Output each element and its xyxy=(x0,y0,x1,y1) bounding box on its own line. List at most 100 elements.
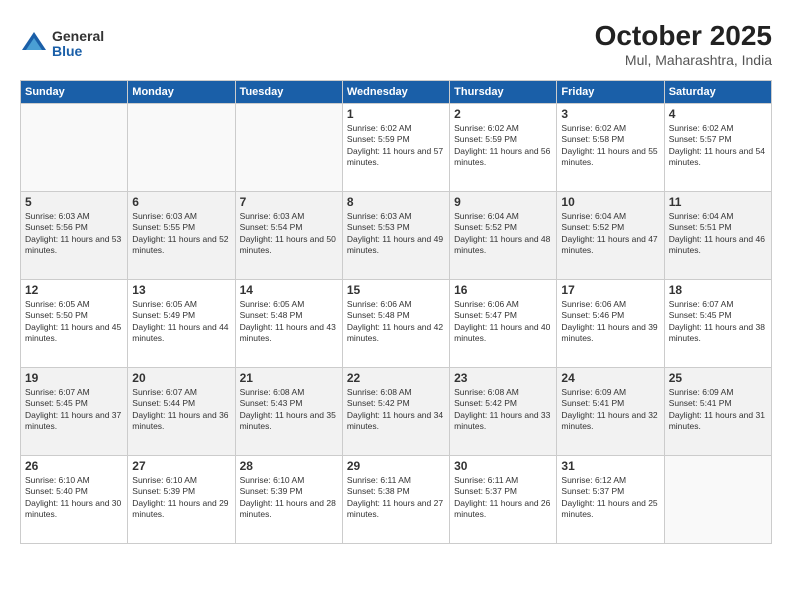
calendar-week-row: 5 Sunrise: 6:03 AMSunset: 5:56 PMDaylight… xyxy=(21,192,772,280)
month-title: October 2025 xyxy=(595,20,772,52)
table-row: 10Sunrise: 6:04 AMSunset: 5:52 PMDayligh… xyxy=(557,192,664,280)
table-row: 5 Sunrise: 6:03 AMSunset: 5:56 PMDaylight… xyxy=(21,192,128,280)
day-info: Sunrise: 6:05 AMSunset: 5:50 PMDaylight:… xyxy=(25,299,123,345)
day-info: Sunrise: 6:10 AMSunset: 5:39 PMDaylight:… xyxy=(240,475,338,521)
day-info: Sunrise: 6:07 AMSunset: 5:45 PMDaylight:… xyxy=(25,387,123,433)
day-number: 19 xyxy=(25,371,123,385)
table-row: 30 Sunrise: 6:11 AMSunset: 5:37 PMDayligh… xyxy=(450,456,557,544)
title-block: October 2025 Mul, Maharashtra, India xyxy=(595,20,772,68)
day-info: Sunrise: 6:07 AMSunset: 5:45 PMDaylight:… xyxy=(669,299,767,345)
day-info: Sunrise: 6:09 AMSunset: 5:41 PMDaylight:… xyxy=(669,387,767,433)
day-info: Sunrise: 6:05 AMSunset: 5:49 PMDaylight:… xyxy=(132,299,230,345)
col-sunday: Sunday xyxy=(21,81,128,104)
table-row: 12 Sunrise: 6:05 AMSunset: 5:50 PMDayligh… xyxy=(21,280,128,368)
table-row xyxy=(235,104,342,192)
day-info: Sunrise: 6:08 AMSunset: 5:43 PMDaylight:… xyxy=(240,387,338,433)
day-number: 10 xyxy=(561,195,659,209)
table-row: 28 Sunrise: 6:10 AMSunset: 5:39 PMDayligh… xyxy=(235,456,342,544)
table-row: 31 Sunrise: 6:12 AMSunset: 5:37 PMDayligh… xyxy=(557,456,664,544)
day-number: 4 xyxy=(669,107,767,121)
table-row: 22Sunrise: 6:08 AMSunset: 5:42 PMDayligh… xyxy=(342,368,449,456)
day-info: Sunrise: 6:03 AMSunset: 5:54 PMDaylight:… xyxy=(240,211,338,257)
table-row: 17 Sunrise: 6:06 AMSunset: 5:46 PMDayligh… xyxy=(557,280,664,368)
day-info: Sunrise: 6:04 AMSunset: 5:51 PMDaylight:… xyxy=(669,211,767,257)
table-row: 2 Sunrise: 6:02 AMSunset: 5:59 PMDaylight… xyxy=(450,104,557,192)
day-info: Sunrise: 6:11 AMSunset: 5:38 PMDaylight:… xyxy=(347,475,445,521)
day-number: 6 xyxy=(132,195,230,209)
calendar-week-row: 12 Sunrise: 6:05 AMSunset: 5:50 PMDayligh… xyxy=(21,280,772,368)
col-monday: Monday xyxy=(128,81,235,104)
day-info: Sunrise: 6:12 AMSunset: 5:37 PMDaylight:… xyxy=(561,475,659,521)
table-row: 19 Sunrise: 6:07 AMSunset: 5:45 PMDayligh… xyxy=(21,368,128,456)
col-friday: Friday xyxy=(557,81,664,104)
day-number: 28 xyxy=(240,459,338,473)
day-info: Sunrise: 6:02 AMSunset: 5:58 PMDaylight:… xyxy=(561,123,659,169)
table-row: 18 Sunrise: 6:07 AMSunset: 5:45 PMDayligh… xyxy=(664,280,771,368)
table-row: 21 Sunrise: 6:08 AMSunset: 5:43 PMDayligh… xyxy=(235,368,342,456)
day-info: Sunrise: 6:03 AMSunset: 5:55 PMDaylight:… xyxy=(132,211,230,257)
day-info: Sunrise: 6:07 AMSunset: 5:44 PMDaylight:… xyxy=(132,387,230,433)
day-info: Sunrise: 6:10 AMSunset: 5:39 PMDaylight:… xyxy=(132,475,230,521)
calendar-week-row: 26 Sunrise: 6:10 AMSunset: 5:40 PMDayligh… xyxy=(21,456,772,544)
day-info: Sunrise: 6:04 AMSunset: 5:52 PMDaylight:… xyxy=(454,211,552,257)
day-info: Sunrise: 6:10 AMSunset: 5:40 PMDaylight:… xyxy=(25,475,123,521)
table-row: 7 Sunrise: 6:03 AMSunset: 5:54 PMDaylight… xyxy=(235,192,342,280)
day-info: Sunrise: 6:06 AMSunset: 5:47 PMDaylight:… xyxy=(454,299,552,345)
day-number: 14 xyxy=(240,283,338,297)
calendar-header-row: Sunday Monday Tuesday Wednesday Thursday… xyxy=(21,81,772,104)
header: General Blue October 2025 Mul, Maharasht… xyxy=(20,20,772,68)
table-row: 20 Sunrise: 6:07 AMSunset: 5:44 PMDayligh… xyxy=(128,368,235,456)
day-number: 1 xyxy=(347,107,445,121)
day-info: Sunrise: 6:08 AMSunset: 5:42 PMDaylight:… xyxy=(454,387,552,433)
table-row: 13 Sunrise: 6:05 AMSunset: 5:49 PMDayligh… xyxy=(128,280,235,368)
logo-general-text: General xyxy=(52,29,104,44)
day-number: 3 xyxy=(561,107,659,121)
day-info: Sunrise: 6:03 AMSunset: 5:53 PMDaylight:… xyxy=(347,211,445,257)
day-number: 9 xyxy=(454,195,552,209)
day-number: 15 xyxy=(347,283,445,297)
col-wednesday: Wednesday xyxy=(342,81,449,104)
day-number: 13 xyxy=(132,283,230,297)
logo: General Blue xyxy=(20,29,104,60)
day-info: Sunrise: 6:02 AMSunset: 5:59 PMDaylight:… xyxy=(454,123,552,169)
table-row xyxy=(128,104,235,192)
day-number: 5 xyxy=(25,195,123,209)
day-info: Sunrise: 6:06 AMSunset: 5:46 PMDaylight:… xyxy=(561,299,659,345)
day-number: 21 xyxy=(240,371,338,385)
day-number: 27 xyxy=(132,459,230,473)
calendar-week-row: 1 Sunrise: 6:02 AMSunset: 5:59 PMDaylight… xyxy=(21,104,772,192)
day-info: Sunrise: 6:05 AMSunset: 5:48 PMDaylight:… xyxy=(240,299,338,345)
day-number: 26 xyxy=(25,459,123,473)
table-row: 24Sunrise: 6:09 AMSunset: 5:41 PMDayligh… xyxy=(557,368,664,456)
table-row: 25 Sunrise: 6:09 AMSunset: 5:41 PMDayligh… xyxy=(664,368,771,456)
day-info: Sunrise: 6:03 AMSunset: 5:56 PMDaylight:… xyxy=(25,211,123,257)
day-info: Sunrise: 6:11 AMSunset: 5:37 PMDaylight:… xyxy=(454,475,552,521)
table-row: 14 Sunrise: 6:05 AMSunset: 5:48 PMDayligh… xyxy=(235,280,342,368)
table-row: 29Sunrise: 6:11 AMSunset: 5:38 PMDayligh… xyxy=(342,456,449,544)
table-row: 6 Sunrise: 6:03 AMSunset: 5:55 PMDaylight… xyxy=(128,192,235,280)
day-number: 24 xyxy=(561,371,659,385)
table-row: 27 Sunrise: 6:10 AMSunset: 5:39 PMDayligh… xyxy=(128,456,235,544)
logo-text: General Blue xyxy=(52,29,104,60)
day-number: 2 xyxy=(454,107,552,121)
logo-blue-text: Blue xyxy=(52,44,104,59)
table-row xyxy=(664,456,771,544)
table-row: 26 Sunrise: 6:10 AMSunset: 5:40 PMDayligh… xyxy=(21,456,128,544)
day-number: 17 xyxy=(561,283,659,297)
table-row: 8Sunrise: 6:03 AMSunset: 5:53 PMDaylight… xyxy=(342,192,449,280)
day-info: Sunrise: 6:06 AMSunset: 5:48 PMDaylight:… xyxy=(347,299,445,345)
day-number: 25 xyxy=(669,371,767,385)
day-number: 7 xyxy=(240,195,338,209)
day-info: Sunrise: 6:08 AMSunset: 5:42 PMDaylight:… xyxy=(347,387,445,433)
day-number: 12 xyxy=(25,283,123,297)
calendar-week-row: 19 Sunrise: 6:07 AMSunset: 5:45 PMDayligh… xyxy=(21,368,772,456)
table-row xyxy=(21,104,128,192)
day-number: 30 xyxy=(454,459,552,473)
table-row: 23Sunrise: 6:08 AMSunset: 5:42 PMDayligh… xyxy=(450,368,557,456)
day-number: 11 xyxy=(669,195,767,209)
day-number: 31 xyxy=(561,459,659,473)
day-number: 20 xyxy=(132,371,230,385)
day-number: 18 xyxy=(669,283,767,297)
table-row: 11 Sunrise: 6:04 AMSunset: 5:51 PMDayligh… xyxy=(664,192,771,280)
day-number: 16 xyxy=(454,283,552,297)
